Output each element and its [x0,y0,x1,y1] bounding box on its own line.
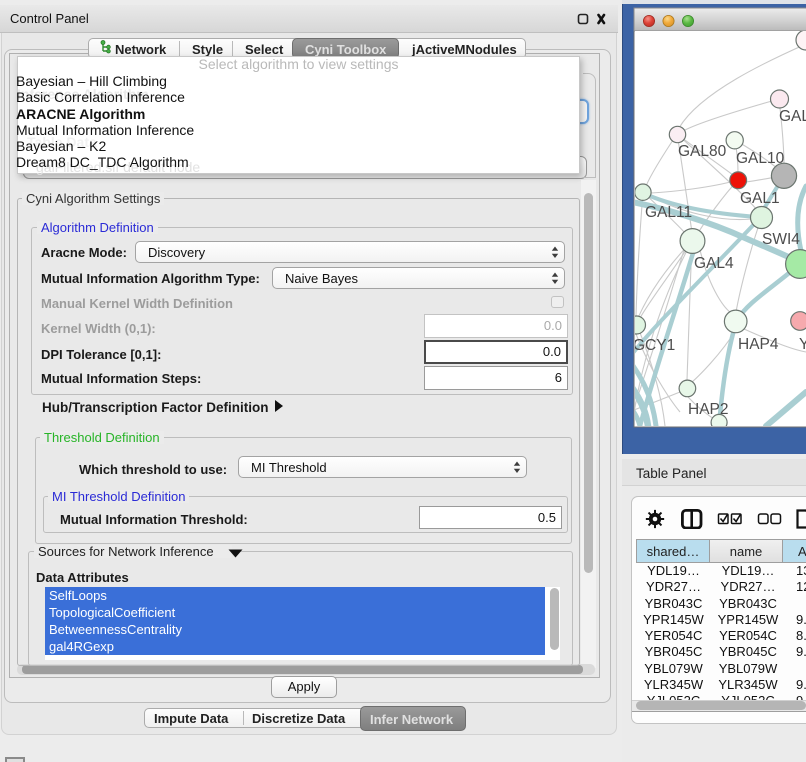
svg-text:SWI4: SWI4 [762,231,800,248]
svg-text:HAP4: HAP4 [738,336,779,353]
svg-text:GAL1: GAL1 [740,190,780,207]
svg-text:HAP2: HAP2 [688,401,729,418]
svg-text:YB: YB [799,336,806,353]
svg-text:GAL4: GAL4 [694,255,734,272]
svg-text:GCY1: GCY1 [633,337,675,354]
svg-text:GAL7: GAL7 [779,108,806,125]
svg-text:GAL80: GAL80 [678,143,727,160]
svg-text:GAL11: GAL11 [645,204,692,221]
svg-text:GAL10: GAL10 [736,150,785,167]
